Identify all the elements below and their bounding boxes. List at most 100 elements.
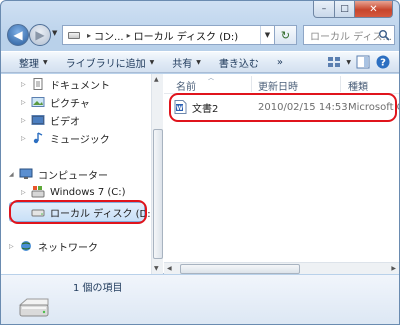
organize-menu[interactable]: 整理 ▼ [19,55,48,70]
refresh-icon: ↻ [280,28,291,42]
column-divider[interactable] [340,76,341,92]
scroll-down-icon[interactable]: ▼ [154,265,159,272]
horizontal-scrollbar[interactable]: ◀ ▶ [164,262,399,274]
scrollbar-thumb[interactable] [153,129,163,259]
sidebar-item-network[interactable]: ▷ ネットワーク [9,237,98,255]
chevron-down-icon: ▼ [196,58,201,66]
collapse-arrow-icon[interactable]: ◢ [9,171,19,178]
file-row[interactable]: W 文書2 2010/02/15 14:53 Microsoft O [174,98,399,116]
refresh-button[interactable]: ↻ [275,25,297,45]
file-list: 名前 ︿ 更新日時 種類 W 文書2 2010/02/15 14:53 Micr… [164,74,399,274]
pictures-library-icon [31,97,45,107]
sidebar-item-label: ピクチャ [50,98,90,110]
windows-drive-icon [31,186,45,198]
back-button[interactable]: ◀ [7,24,29,46]
sidebar-item-label: Windows 7 (C:) [50,186,126,198]
more-commands-label: » [276,56,283,68]
column-header-row: 名前 ︿ 更新日時 種類 [164,74,399,94]
music-library-icon [33,132,43,144]
computer-icon [19,168,33,179]
back-arrow-icon: ◀ [13,28,23,42]
column-header-type[interactable]: 種類 [348,78,368,93]
forward-arrow-icon: ▶ [35,28,45,42]
burn-label: 書き込む [218,58,259,70]
address-bar[interactable]: ▸ コン... ▸ ローカル ディスク (D:) ▼ [62,25,275,45]
caption-buttons: – □ ✕ [313,1,393,18]
svg-text:?: ? [380,58,386,69]
maximize-button[interactable]: □ [335,1,355,18]
column-header-name[interactable]: 名前 [176,78,196,93]
help-icon[interactable]: ? [375,54,391,70]
chevron-down-icon: ▼ [43,58,48,66]
content-area: ▷ ドキュメント ▷ ピクチャ ▷ ビデオ ▷ ミュージック ◢ コンピューター… [1,74,399,274]
organize-label: 整理 [19,58,39,70]
sidebar-item-documents[interactable]: ▷ ドキュメント [21,75,110,93]
sidebar-item-computer[interactable]: ◢ コンピューター [9,165,108,183]
sidebar-item-label: コンピューター [38,170,108,182]
navigation-bar: ◀ ▶ ▼ ▸ コン... ▸ ローカル ディスク (D:) ▼ ↻ ローカル … [7,23,395,47]
sidebar-item-label: ビデオ [50,116,80,128]
view-dropdown-icon[interactable]: ▼ [346,59,351,66]
sidebar-item-label: ドキュメント [50,80,110,92]
chevron-down-icon: ▼ [149,58,155,66]
file-modified: 2010/02/15 14:53 [258,101,348,113]
expand-arrow-icon[interactable]: ▷ [21,189,31,196]
sidebar-item-label: ローカル ディスク (D:) [50,208,155,220]
forward-button[interactable]: ▶ [29,24,51,46]
sidebar-item-drive-d[interactable]: ローカル ディスク (D:) [21,203,155,221]
share-label: 共有 [172,58,193,70]
command-bar: 整理 ▼ ライブラリに追加 ▼ 共有 ▼ 書き込む » ▼ ? [1,51,399,73]
local-disk-icon [18,298,49,317]
breadcrumb-computer[interactable]: コン... [94,28,124,43]
search-box[interactable]: ローカル ディス... [303,25,395,45]
details-pane: 1 個の項目 [1,275,399,324]
view-options-icon[interactable] [326,54,342,70]
scroll-up-icon[interactable]: ▲ [154,76,159,83]
search-icon[interactable] [378,29,390,41]
add-to-library-label: ライブラリに追加 [65,58,146,70]
navigation-pane: ▷ ドキュメント ▷ ピクチャ ▷ ビデオ ▷ ミュージック ◢ コンピューター… [1,74,163,274]
item-count: 1 個の項目 [73,283,123,294]
navigation-pane-scrollbar[interactable]: ▲ ▼ [151,74,163,274]
scroll-left-icon[interactable]: ◀ [167,265,172,272]
sidebar-item-pictures[interactable]: ▷ ピクチャ [21,93,90,111]
expand-arrow-icon[interactable]: ▷ [21,99,31,106]
column-header-modified[interactable]: 更新日時 [258,78,298,93]
sidebar-item-label: ネットワーク [38,242,98,254]
share-menu[interactable]: 共有 ▼ [172,55,201,70]
view-controls: ▼ ? [326,54,391,70]
sidebar-item-label: ミュージック [50,134,110,146]
preview-pane-icon[interactable] [355,54,371,70]
expand-arrow-icon[interactable]: ▷ [9,243,19,250]
scroll-right-icon[interactable]: ▶ [391,265,396,272]
burn-button[interactable]: 書き込む [219,55,259,70]
recent-pages-dropdown-icon[interactable]: ▼ [52,29,57,37]
sidebar-item-videos[interactable]: ▷ ビデオ [21,111,80,129]
word-document-icon: W [174,100,187,114]
svg-text:W: W [176,105,183,112]
videos-library-icon [31,115,45,125]
more-commands-button[interactable]: » [277,57,283,68]
close-button[interactable]: ✕ [355,1,393,18]
sidebar-item-music[interactable]: ▷ ミュージック [21,129,110,147]
breadcrumb-local-disk[interactable]: ローカル ディスク (D:) [134,28,239,43]
sidebar-item-drive-c[interactable]: ▷ Windows 7 (C:) [21,183,126,201]
minimize-button[interactable]: – [313,1,335,18]
local-disk-icon [31,209,45,217]
address-separator-icon[interactable]: ▸ [87,31,91,40]
file-type: Microsoft O [348,101,400,113]
document-library-icon [33,78,43,90]
network-icon [21,241,31,251]
address-separator-icon[interactable]: ▸ [127,31,131,40]
add-to-library-menu[interactable]: ライブラリに追加 ▼ [66,55,155,70]
sort-ascending-icon: ︿ [208,75,215,82]
explorer-window: – □ ✕ ◀ ▶ ▼ ▸ コン... ▸ ローカル ディスク (D:) ▼ ↻… [0,0,400,325]
column-divider[interactable] [251,76,252,92]
expand-arrow-icon[interactable]: ▷ [21,117,31,124]
expand-arrow-icon[interactable]: ▷ [21,81,31,88]
scrollbar-thumb[interactable] [180,264,300,274]
drive-icon [68,31,80,39]
file-name: 文書2 [192,103,219,115]
expand-arrow-icon[interactable]: ▷ [21,135,31,142]
address-dropdown-icon[interactable]: ▼ [260,26,274,44]
